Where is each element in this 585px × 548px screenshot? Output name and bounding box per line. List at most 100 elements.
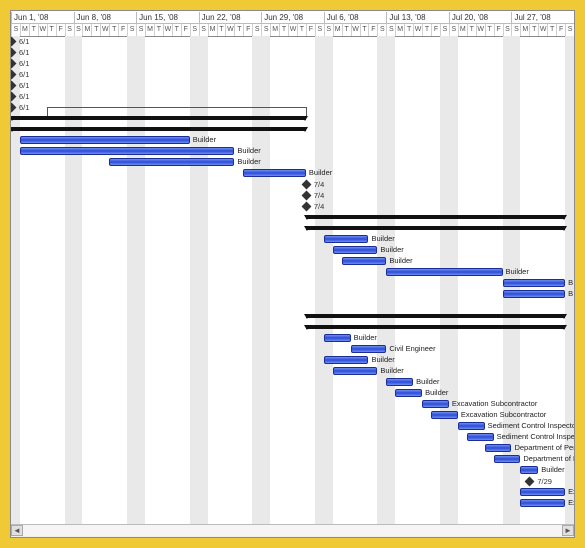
day-cell: W	[38, 24, 47, 36]
summary-bar[interactable]	[11, 127, 306, 131]
task-label: Builder	[389, 256, 412, 265]
task-label: Civil Engineer	[389, 344, 435, 353]
task-bar[interactable]	[324, 356, 369, 364]
task-label: B	[568, 278, 573, 287]
milestone-diamond[interactable]	[11, 70, 16, 80]
day-cell: S	[11, 24, 20, 36]
summary-bar[interactable]	[306, 314, 565, 318]
task-bar[interactable]	[520, 466, 538, 474]
gantt-row: Builder	[11, 234, 574, 245]
milestone-diamond[interactable]	[301, 191, 311, 201]
milestone-label: 7/4	[314, 180, 324, 189]
task-bar[interactable]	[324, 235, 369, 243]
task-bar[interactable]	[243, 169, 306, 177]
milestone-diamond[interactable]	[11, 81, 16, 91]
gantt-row: Excavation Subcontractor	[11, 410, 574, 421]
task-bar[interactable]	[503, 279, 566, 287]
task-bar[interactable]	[351, 345, 387, 353]
gantt-row: Builder	[11, 465, 574, 476]
day-cell: W	[413, 24, 422, 36]
task-bar[interactable]	[342, 257, 387, 265]
task-bar[interactable]	[20, 136, 190, 144]
day-cell: T	[404, 24, 413, 36]
milestone-label: 6/1	[19, 103, 29, 112]
day-cell: T	[29, 24, 38, 36]
horizontal-scrollbar[interactable]: ◄ ►	[11, 524, 574, 537]
gantt-row: Builder	[11, 267, 574, 278]
milestone-diamond[interactable]	[11, 48, 16, 58]
day-cell: T	[467, 24, 476, 36]
day-cell: W	[538, 24, 547, 36]
summary-bar[interactable]	[306, 226, 565, 230]
milestone-label: 7/29	[537, 477, 552, 486]
day-cell: T	[342, 24, 351, 36]
task-bar[interactable]	[467, 433, 494, 441]
day-cell: S	[127, 24, 136, 36]
task-label: Builder	[380, 245, 403, 254]
gantt-row: 7/4	[11, 179, 574, 190]
gantt-row: Builder	[11, 355, 574, 366]
milestone-label: 6/1	[19, 59, 29, 68]
task-bar[interactable]	[324, 334, 351, 342]
task-label: Builder	[416, 377, 439, 386]
week-label: Jun 15, '08	[136, 12, 199, 23]
gantt-row: Builder	[11, 168, 574, 179]
day-cell: W	[351, 24, 360, 36]
summary-bar[interactable]	[306, 215, 565, 219]
day-cell: F	[556, 24, 565, 36]
task-bar[interactable]	[520, 499, 565, 507]
timescale-header: SMTWTFSSMTWTFSSMTWTFSSMTWTFSSMTWTFSSMTWT…	[11, 11, 574, 37]
milestone-diamond[interactable]	[525, 477, 535, 487]
task-bar[interactable]	[333, 246, 378, 254]
milestone-diamond[interactable]	[11, 37, 16, 47]
task-bar[interactable]	[503, 290, 566, 298]
day-cell: T	[217, 24, 226, 36]
milestone-diamond[interactable]	[11, 59, 16, 69]
day-cell: T	[109, 24, 118, 36]
gantt-row: Builder	[11, 245, 574, 256]
milestone-diamond[interactable]	[301, 180, 311, 190]
day-cell: S	[261, 24, 270, 36]
gantt-chart-area[interactable]: 6/16/16/16/16/16/16/1BuilderBuilderBuild…	[11, 36, 574, 525]
day-cell: S	[199, 24, 208, 36]
week-label: Jul 13, '08	[386, 12, 449, 23]
task-bar[interactable]	[422, 400, 449, 408]
task-bar[interactable]	[333, 367, 378, 375]
task-bar[interactable]	[458, 422, 485, 430]
task-label: Builder	[541, 465, 564, 474]
task-bar[interactable]	[485, 444, 512, 452]
task-bar[interactable]	[494, 455, 521, 463]
scroll-left-button[interactable]: ◄	[11, 525, 23, 536]
scroll-right-button[interactable]: ►	[562, 525, 574, 536]
task-bar[interactable]	[395, 389, 422, 397]
week-label: Jul 27, '08	[511, 12, 574, 23]
task-label: Department of Permits &	[514, 443, 574, 452]
task-bar[interactable]	[520, 488, 565, 496]
milestone-label: 7/4	[314, 202, 324, 211]
task-bar[interactable]	[20, 147, 234, 155]
gantt-row: 6/1	[11, 69, 574, 80]
gantt-row: Excavation	[11, 498, 574, 509]
task-label: Excavation Subcont	[568, 487, 574, 496]
week-label: Jul 6, '08	[324, 12, 387, 23]
milestone-diamond[interactable]	[11, 92, 16, 102]
task-label: Builder	[425, 388, 448, 397]
summary-bar[interactable]	[11, 116, 306, 120]
task-bar[interactable]	[386, 378, 413, 386]
task-bar[interactable]	[109, 158, 234, 166]
day-row: SMTWTFSSMTWTFSSMTWTFSSMTWTFSSMTWTFSSMTWT…	[11, 23, 574, 36]
day-cell: M	[395, 24, 404, 36]
day-cell: M	[208, 24, 217, 36]
milestone-diamond[interactable]	[301, 202, 311, 212]
day-cell: M	[333, 24, 342, 36]
day-cell: M	[520, 24, 529, 36]
task-label: Department of Permits &	[523, 454, 574, 463]
milestone-diamond[interactable]	[11, 103, 16, 113]
task-bar[interactable]	[431, 411, 458, 419]
scroll-track[interactable]	[23, 525, 562, 536]
task-label: Excavation	[568, 498, 574, 507]
task-label: Builder	[237, 146, 260, 155]
milestone-label: 6/1	[19, 81, 29, 90]
summary-bar[interactable]	[306, 325, 565, 329]
task-bar[interactable]	[386, 268, 502, 276]
